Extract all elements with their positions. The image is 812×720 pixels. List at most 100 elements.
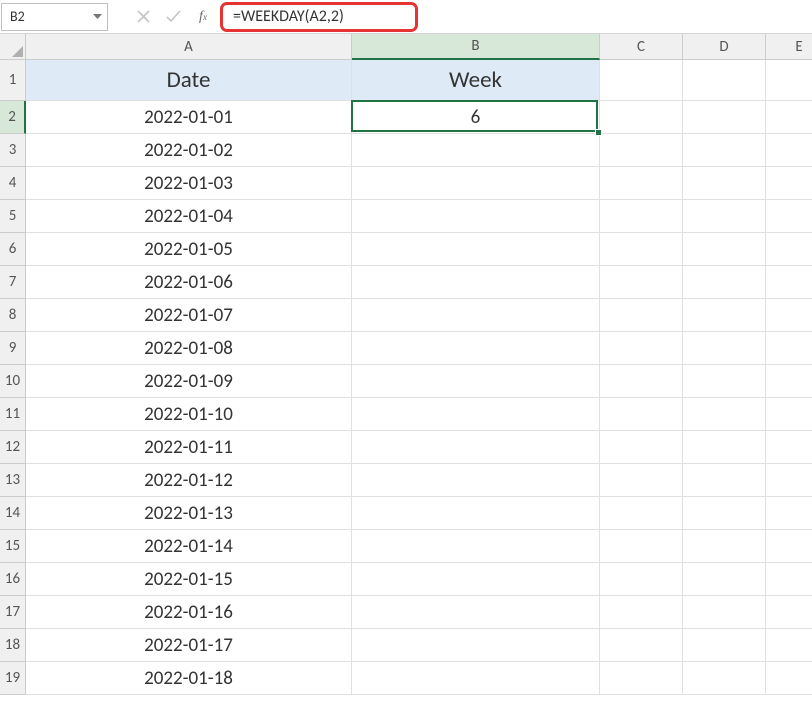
- cell-c15[interactable]: [600, 530, 683, 563]
- cell-b18[interactable]: [352, 629, 600, 662]
- cell-d4[interactable]: [683, 167, 766, 200]
- row-header-14[interactable]: 14: [0, 497, 26, 530]
- cell-b13[interactable]: [352, 464, 600, 497]
- cell-c12[interactable]: [600, 431, 683, 464]
- cell-b11[interactable]: [352, 398, 600, 431]
- cell-c8[interactable]: [600, 299, 683, 332]
- cell-b4[interactable]: [352, 167, 600, 200]
- row-header-2[interactable]: 2: [0, 101, 26, 134]
- cell-d10[interactable]: [683, 365, 766, 398]
- row-header-12[interactable]: 12: [0, 431, 26, 464]
- cell-e18[interactable]: [766, 629, 812, 662]
- col-header-a[interactable]: A: [26, 34, 352, 60]
- cell-e16[interactable]: [766, 563, 812, 596]
- row-header-16[interactable]: 16: [0, 563, 26, 596]
- cell-a12[interactable]: 2022-01-11: [26, 431, 352, 464]
- cell-a6[interactable]: 2022-01-05: [26, 233, 352, 266]
- row-header-10[interactable]: 10: [0, 365, 26, 398]
- row-header-7[interactable]: 7: [0, 266, 26, 299]
- cell-a4[interactable]: 2022-01-03: [26, 167, 352, 200]
- cell-e5[interactable]: [766, 200, 812, 233]
- cell-e19[interactable]: [766, 662, 812, 695]
- cell-a11[interactable]: 2022-01-10: [26, 398, 352, 431]
- cell-c3[interactable]: [600, 134, 683, 167]
- row-header-11[interactable]: 11: [0, 398, 26, 431]
- cell-c7[interactable]: [600, 266, 683, 299]
- cell-e3[interactable]: [766, 134, 812, 167]
- cell-b3[interactable]: [352, 134, 600, 167]
- cell-a14[interactable]: 2022-01-13: [26, 497, 352, 530]
- insert-function-icon[interactable]: fx: [188, 3, 218, 31]
- cell-c18[interactable]: [600, 629, 683, 662]
- cell-a13[interactable]: 2022-01-12: [26, 464, 352, 497]
- cell-c10[interactable]: [600, 365, 683, 398]
- cell-a2[interactable]: 2022-01-01: [26, 101, 352, 134]
- cell-a18[interactable]: 2022-01-17: [26, 629, 352, 662]
- cell-a15[interactable]: 2022-01-14: [26, 530, 352, 563]
- cell-a17[interactable]: 2022-01-16: [26, 596, 352, 629]
- cell-d14[interactable]: [683, 497, 766, 530]
- cell-c17[interactable]: [600, 596, 683, 629]
- cell-e1[interactable]: [766, 60, 812, 101]
- cell-d13[interactable]: [683, 464, 766, 497]
- cell-d16[interactable]: [683, 563, 766, 596]
- col-header-b[interactable]: B: [352, 34, 600, 60]
- row-header-4[interactable]: 4: [0, 167, 26, 200]
- cell-a7[interactable]: 2022-01-06: [26, 266, 352, 299]
- cell-b17[interactable]: [352, 596, 600, 629]
- cell-d2[interactable]: [683, 101, 766, 134]
- cell-b16[interactable]: [352, 563, 600, 596]
- cell-c13[interactable]: [600, 464, 683, 497]
- cell-b15[interactable]: [352, 530, 600, 563]
- cell-d3[interactable]: [683, 134, 766, 167]
- row-header-8[interactable]: 8: [0, 299, 26, 332]
- cell-d5[interactable]: [683, 200, 766, 233]
- cell-b6[interactable]: [352, 233, 600, 266]
- cell-e8[interactable]: [766, 299, 812, 332]
- cell-e17[interactable]: [766, 596, 812, 629]
- cell-b5[interactable]: [352, 200, 600, 233]
- cell-c16[interactable]: [600, 563, 683, 596]
- cell-a10[interactable]: 2022-01-09: [26, 365, 352, 398]
- cell-b7[interactable]: [352, 266, 600, 299]
- cell-e12[interactable]: [766, 431, 812, 464]
- col-header-c[interactable]: C: [600, 34, 683, 60]
- cell-a5[interactable]: 2022-01-04: [26, 200, 352, 233]
- cell-a19[interactable]: 2022-01-18: [26, 662, 352, 695]
- row-header-6[interactable]: 6: [0, 233, 26, 266]
- cell-c5[interactable]: [600, 200, 683, 233]
- cell-d6[interactable]: [683, 233, 766, 266]
- cell-d8[interactable]: [683, 299, 766, 332]
- cell-d1[interactable]: [683, 60, 766, 101]
- fill-handle[interactable]: [595, 129, 602, 136]
- cell-d9[interactable]: [683, 332, 766, 365]
- cell-e6[interactable]: [766, 233, 812, 266]
- cell-b1[interactable]: Week: [352, 60, 600, 101]
- cell-d15[interactable]: [683, 530, 766, 563]
- row-header-17[interactable]: 17: [0, 596, 26, 629]
- cell-e13[interactable]: [766, 464, 812, 497]
- cell-c4[interactable]: [600, 167, 683, 200]
- row-header-18[interactable]: 18: [0, 629, 26, 662]
- formula-input[interactable]: =WEEKDAY(A2,2): [220, 2, 418, 32]
- cell-e10[interactable]: [766, 365, 812, 398]
- col-header-d[interactable]: D: [683, 34, 766, 60]
- cell-b9[interactable]: [352, 332, 600, 365]
- cell-d7[interactable]: [683, 266, 766, 299]
- cell-e9[interactable]: [766, 332, 812, 365]
- cell-b2[interactable]: 6: [352, 101, 600, 134]
- cell-c19[interactable]: [600, 662, 683, 695]
- cell-c11[interactable]: [600, 398, 683, 431]
- row-header-1[interactable]: 1: [0, 60, 26, 101]
- cell-e11[interactable]: [766, 398, 812, 431]
- cell-a3[interactable]: 2022-01-02: [26, 134, 352, 167]
- cell-b12[interactable]: [352, 431, 600, 464]
- spreadsheet-grid[interactable]: ABCDE 12345678910111213141516171819 Date…: [0, 34, 812, 720]
- name-box[interactable]: B2: [1, 3, 108, 31]
- cell-a9[interactable]: 2022-01-08: [26, 332, 352, 365]
- cell-b14[interactable]: [352, 497, 600, 530]
- cell-c14[interactable]: [600, 497, 683, 530]
- cell-e14[interactable]: [766, 497, 812, 530]
- cell-e15[interactable]: [766, 530, 812, 563]
- row-header-3[interactable]: 3: [0, 134, 26, 167]
